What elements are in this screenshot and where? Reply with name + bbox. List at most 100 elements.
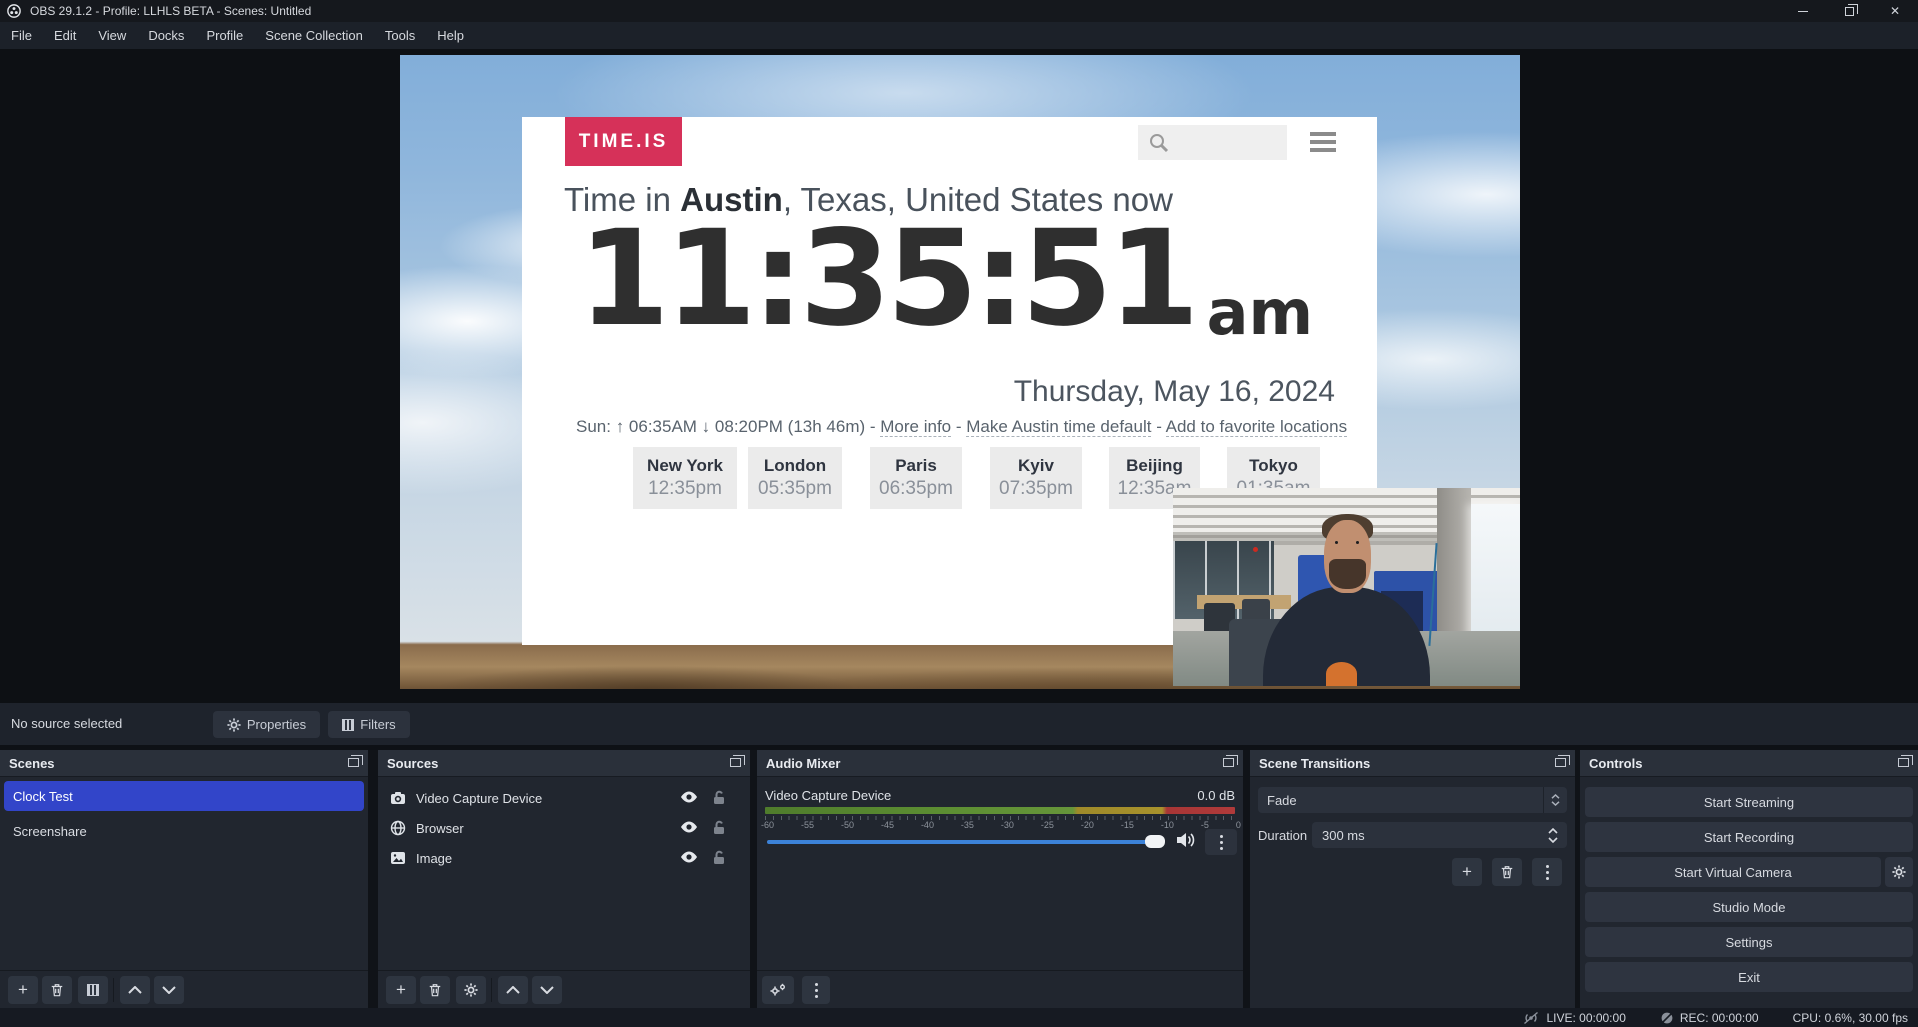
controls-header: Controls xyxy=(1580,750,1918,777)
move-source-down-button[interactable] xyxy=(532,976,562,1004)
chevron-up-icon xyxy=(128,986,142,994)
mixer-options-button[interactable] xyxy=(1205,829,1237,855)
visibility-eye-icon[interactable] xyxy=(680,820,698,834)
scene-preview[interactable]: TIME.IS Time in Austin, Texas, United St… xyxy=(400,55,1520,689)
menu-scene-collection[interactable]: Scene Collection xyxy=(254,22,374,49)
mixer-level-db: 0.0 dB xyxy=(1197,788,1235,806)
transition-options-button[interactable] xyxy=(1532,858,1562,886)
source-properties-button[interactable] xyxy=(456,976,486,1004)
scenes-panel: Scenes Clock Test Screenshare + xyxy=(0,750,368,1008)
trash-icon xyxy=(1500,865,1514,879)
search-input[interactable] xyxy=(1138,125,1287,160)
popout-icon[interactable] xyxy=(348,758,359,767)
move-scene-down-button[interactable] xyxy=(154,976,184,1004)
sources-toolbar: + xyxy=(378,970,750,1008)
add-favorite-link[interactable]: Add to favorite locations xyxy=(1166,417,1347,437)
status-bar: LIVE: 00:00:00 REC: 00:00:00 CPU: 0.6%, … xyxy=(0,1008,1918,1027)
popout-icon[interactable] xyxy=(1555,758,1566,767)
virtual-camera-config-button[interactable] xyxy=(1885,857,1913,887)
mixer-channel-name: Video Capture Device xyxy=(765,788,891,806)
remove-transition-button[interactable] xyxy=(1492,858,1522,886)
chevron-up-icon xyxy=(1548,828,1558,834)
speaker-icon[interactable] xyxy=(1175,831,1195,849)
restore-button[interactable] xyxy=(1826,0,1872,22)
live-time: LIVE: 00:00:00 xyxy=(1546,1011,1625,1025)
scene-item-screenshare[interactable]: Screenshare xyxy=(4,816,364,846)
move-source-up-button[interactable] xyxy=(498,976,528,1004)
menu-bar: File Edit View Docks Profile Scene Colle… xyxy=(0,22,1918,49)
start-virtual-camera-button[interactable]: Start Virtual Camera xyxy=(1585,857,1881,887)
popout-icon[interactable] xyxy=(1223,758,1234,767)
settings-button[interactable]: Settings xyxy=(1585,927,1913,957)
dots-vertical-icon xyxy=(815,983,818,998)
city-box-london[interactable]: London 05:35pm xyxy=(748,447,842,509)
dock-area: Scenes Clock Test Screenshare + xyxy=(0,750,1918,1008)
menu-tools[interactable]: Tools xyxy=(374,22,426,49)
filters-button[interactable]: Filters xyxy=(328,711,410,738)
remove-scene-button[interactable] xyxy=(42,976,72,1004)
source-row-browser[interactable]: Browser xyxy=(378,813,750,843)
properties-button[interactable]: Properties xyxy=(213,711,320,738)
volume-meter xyxy=(765,807,1235,814)
city-box-new-york[interactable]: New York 12:35pm xyxy=(633,447,737,509)
select-arrows xyxy=(1543,787,1567,813)
scene-transitions-header: Scene Transitions xyxy=(1250,750,1575,777)
record-inactive-icon xyxy=(1660,1011,1674,1025)
remove-source-button[interactable] xyxy=(420,976,450,1004)
city-box-paris[interactable]: Paris 06:35pm xyxy=(870,447,962,509)
minimize-button[interactable] xyxy=(1780,0,1826,22)
move-scene-up-button[interactable] xyxy=(120,976,150,1004)
visibility-eye-icon[interactable] xyxy=(680,850,698,864)
scenes-header: Scenes xyxy=(0,750,368,777)
add-scene-button[interactable]: + xyxy=(8,976,38,1004)
duration-input[interactable]: 300 ms xyxy=(1312,822,1567,848)
menu-view[interactable]: View xyxy=(87,22,137,49)
volume-slider-handle[interactable] xyxy=(1145,835,1165,848)
city-box-kyiv[interactable]: Kyiv 07:35pm xyxy=(990,447,1082,509)
clock-display: 11:35:51 am xyxy=(578,215,1313,344)
image-icon xyxy=(390,850,406,866)
unlock-icon[interactable] xyxy=(712,820,726,835)
scenes-toolbar: + xyxy=(0,970,368,1008)
search-icon xyxy=(1148,132,1170,154)
advanced-audio-button[interactable] xyxy=(762,976,794,1004)
make-default-link[interactable]: Make Austin time default xyxy=(966,417,1151,437)
popout-icon[interactable] xyxy=(730,758,741,767)
visibility-eye-icon[interactable] xyxy=(680,790,698,804)
menu-help[interactable]: Help xyxy=(426,22,475,49)
trash-icon xyxy=(50,983,64,997)
chevron-down-icon xyxy=(540,986,554,994)
start-recording-button[interactable]: Start Recording xyxy=(1585,822,1913,852)
transition-select[interactable]: Fade xyxy=(1258,787,1567,813)
clock-time: 11:35:51 xyxy=(578,215,1195,344)
audio-mixer-panel: Audio Mixer Video Capture Device 0.0 dB … xyxy=(757,750,1243,1008)
menu-profile[interactable]: Profile xyxy=(195,22,254,49)
source-row-image[interactable]: Image xyxy=(378,843,750,873)
menu-file[interactable]: File xyxy=(0,22,43,49)
scene-filters-button[interactable] xyxy=(78,976,108,1004)
add-source-button[interactable]: + xyxy=(386,976,416,1004)
close-button[interactable]: ✕ xyxy=(1872,0,1918,22)
sun-times: Sun: ↑ 06:35AM ↓ 08:20PM (13h 46m) - xyxy=(576,417,880,436)
plus-icon: + xyxy=(396,980,406,1000)
scene-item-clock-test[interactable]: Clock Test xyxy=(4,781,364,811)
menu-docks[interactable]: Docks xyxy=(137,22,195,49)
hamburger-menu-icon[interactable] xyxy=(1310,132,1336,152)
spinbox-arrows[interactable] xyxy=(1543,822,1563,848)
date-line: Thursday, May 16, 2024 xyxy=(1014,375,1335,409)
start-streaming-button[interactable]: Start Streaming xyxy=(1585,787,1913,817)
add-transition-button[interactable]: + xyxy=(1452,858,1482,886)
menu-edit[interactable]: Edit xyxy=(43,22,87,49)
source-row-video-capture[interactable]: Video Capture Device xyxy=(378,783,750,813)
volume-slider[interactable] xyxy=(767,840,1162,844)
popout-icon[interactable] xyxy=(1898,758,1909,767)
studio-mode-button[interactable]: Studio Mode xyxy=(1585,892,1913,922)
scene-transitions-panel: Scene Transitions Fade Duration 300 ms + xyxy=(1250,750,1575,1008)
more-info-link[interactable]: More info xyxy=(880,417,951,437)
unlock-icon[interactable] xyxy=(712,850,726,865)
exit-button[interactable]: Exit xyxy=(1585,962,1913,992)
unlock-icon[interactable] xyxy=(712,790,726,805)
mixer-menu-button[interactable] xyxy=(802,976,830,1004)
rec-time: REC: 00:00:00 xyxy=(1680,1011,1759,1025)
meter-scale: -60-55-50-45-40-35-30-25-20-15-10-50 xyxy=(761,820,1241,831)
